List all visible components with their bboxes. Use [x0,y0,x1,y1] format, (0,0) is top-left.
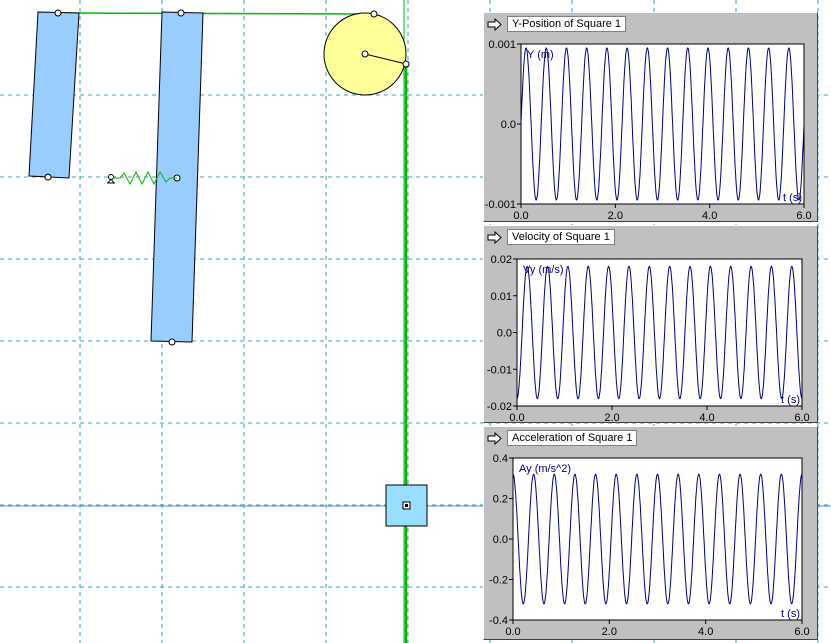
square-center-dot [405,504,408,507]
y-tick-label: -0.01 [487,364,512,376]
graph-plot[interactable]: 0.40.20.0-0.2-0.40.0 2.0 4.0 6.0Ay (m/s^2)t… [484,427,819,641]
x-tick-label: 6.0 [796,210,811,222]
joint-point[interactable] [54,9,62,17]
joint-point[interactable] [168,338,176,346]
x-tick-label: 2.0 [602,626,617,638]
y-axis-label: Y (m) [527,49,554,61]
y-tick-label: -0.001 [485,199,516,211]
joint-point[interactable] [361,50,369,58]
y-tick-label: -0.02 [487,401,512,413]
x-tick-label: 0.0 [505,626,520,638]
y-tick-label: 0.2 [493,494,508,506]
x-axis-label: t (s) [781,394,800,406]
joint-point[interactable] [177,9,185,17]
graph-plot[interactable]: 0.020.010.0-0.01-0.020.0 2.0 4.0 6.0Vy (m/s… [484,226,819,424]
rigid-body-left[interactable] [28,11,80,179]
x-tick-label: 6.0 [794,626,809,638]
y-axis-label: Ay (m/s^2) [519,463,571,475]
x-tick-label: 4.0 [699,412,714,424]
graph-panel-y-position[interactable]: Y-Position of Square 1 0.001 0.0 -0.001 0.0… [483,12,818,222]
joint-point[interactable] [370,10,378,18]
graph-panel-acceleration[interactable]: Acceleration of Square 1 0.4 0.2 0.0 -0.2 -0… [483,426,818,640]
y-tick-label: 0.0 [497,328,512,340]
y-tick-label: 0.0 [501,119,516,131]
y-tick-label: 0.02 [491,254,512,266]
graph-panel-velocity[interactable]: Velocity of Square 1 0.02 0.01 0.0 -0.01 -0.… [483,225,819,424]
x-tick-label: 2.0 [608,210,623,222]
x-tick-label: 4.0 [698,626,713,638]
x-axis-label: t (s) [781,608,800,620]
y-tick-label: 0.001 [488,39,516,51]
y-tick-label: 0.01 [491,291,512,303]
anchor-icon[interactable] [107,174,115,184]
y-axis-label: Vy (m/s) [523,264,564,276]
x-tick-label: 4.0 [702,210,717,222]
joint-point[interactable] [402,60,410,68]
x-tick-label: 6.0 [794,412,809,424]
rope-segment[interactable] [57,12,375,15]
x-tick-label: 0.0 [513,210,528,222]
graph-plot[interactable]: 0.0010.0-0.0010.0 2.0 4.0 6.0Y (m)t (s) [484,13,819,223]
y-tick-label: 0.0 [493,534,508,546]
x-axis-label: t (s) [783,192,802,204]
y-tick-label: 0.4 [493,453,508,465]
x-tick-label: 0.0 [509,412,524,424]
x-tick-label: 2.0 [604,412,619,424]
y-tick-label: -0.2 [489,575,508,587]
joint-point[interactable] [44,173,52,181]
